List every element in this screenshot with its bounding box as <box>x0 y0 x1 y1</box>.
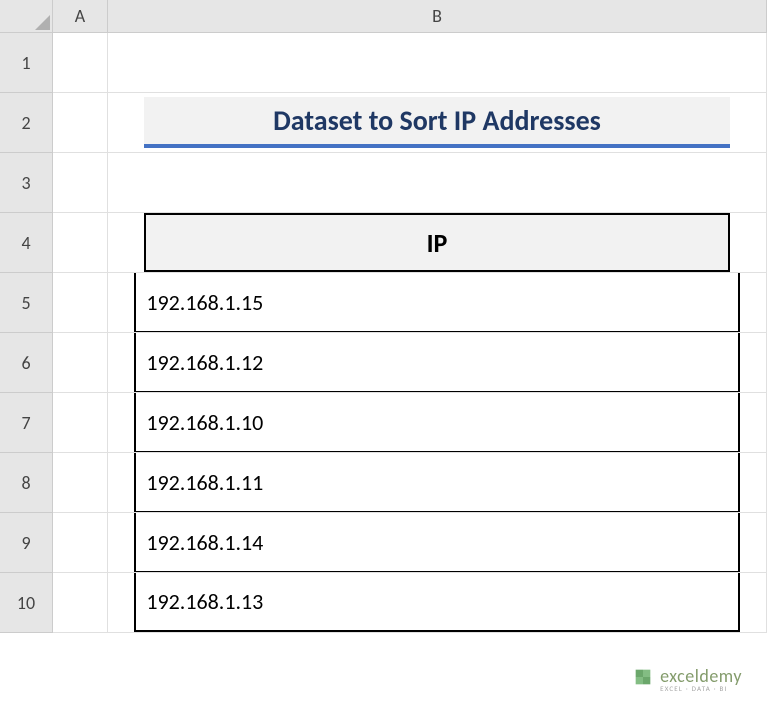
table-row: 192.168.1.11 <box>134 453 739 512</box>
column-header-a[interactable]: A <box>53 0 108 33</box>
table-column-header: IP <box>144 213 731 272</box>
row-header-9[interactable]: 9 <box>0 513 53 573</box>
watermark: exceldemy EXCEL · DATA · BI <box>632 666 742 693</box>
cell-b7[interactable]: 192.168.1.10 <box>108 393 767 453</box>
cell-b9[interactable]: 192.168.1.14 <box>108 513 767 573</box>
row-header-2[interactable]: 2 <box>0 93 53 153</box>
watermark-tagline: EXCEL · DATA · BI <box>660 685 742 692</box>
cell-b3[interactable] <box>108 153 767 213</box>
row-header-7[interactable]: 7 <box>0 393 53 453</box>
row-header-4[interactable]: 4 <box>0 213 53 273</box>
cell-b4[interactable]: IP <box>108 213 767 273</box>
row-header-6[interactable]: 6 <box>0 333 53 393</box>
cell-a10[interactable] <box>53 573 108 633</box>
cell-a4[interactable] <box>53 213 108 273</box>
row-header-5[interactable]: 5 <box>0 273 53 333</box>
cell-b10[interactable]: 192.168.1.13 <box>108 573 767 633</box>
cell-a3[interactable] <box>53 153 108 213</box>
cell-b6[interactable]: 192.168.1.12 <box>108 333 767 393</box>
watermark-text: exceldemy EXCEL · DATA · BI <box>660 667 742 692</box>
cell-b8[interactable]: 192.168.1.11 <box>108 453 767 513</box>
row-header-3[interactable]: 3 <box>0 153 53 213</box>
cell-b1[interactable] <box>108 33 767 93</box>
cell-a6[interactable] <box>53 333 108 393</box>
table-row: 192.168.1.14 <box>134 513 739 572</box>
row-header-8[interactable]: 8 <box>0 453 53 513</box>
cell-a2[interactable] <box>53 93 108 153</box>
cell-a8[interactable] <box>53 453 108 513</box>
cell-a7[interactable] <box>53 393 108 453</box>
spreadsheet-grid: A B 1 2 Dataset to Sort IP Addresses 3 4… <box>0 0 767 633</box>
cell-b2[interactable]: Dataset to Sort IP Addresses <box>108 93 767 153</box>
row-header-10[interactable]: 10 <box>0 573 53 633</box>
table-row: 192.168.1.12 <box>134 333 739 392</box>
table-row: 192.168.1.13 <box>134 573 739 632</box>
select-all-corner[interactable] <box>0 0 53 33</box>
watermark-brand: exceldemy <box>660 667 742 685</box>
cell-b5[interactable]: 192.168.1.15 <box>108 273 767 333</box>
table-row: 192.168.1.15 <box>134 273 739 332</box>
table-row: 192.168.1.10 <box>134 393 739 452</box>
cell-a9[interactable] <box>53 513 108 573</box>
row-header-1[interactable]: 1 <box>0 33 53 93</box>
cell-a5[interactable] <box>53 273 108 333</box>
page-title: Dataset to Sort IP Addresses <box>144 97 731 148</box>
cell-a1[interactable] <box>53 33 108 93</box>
exceldemy-logo-icon <box>632 666 654 693</box>
column-header-b[interactable]: B <box>108 0 767 33</box>
